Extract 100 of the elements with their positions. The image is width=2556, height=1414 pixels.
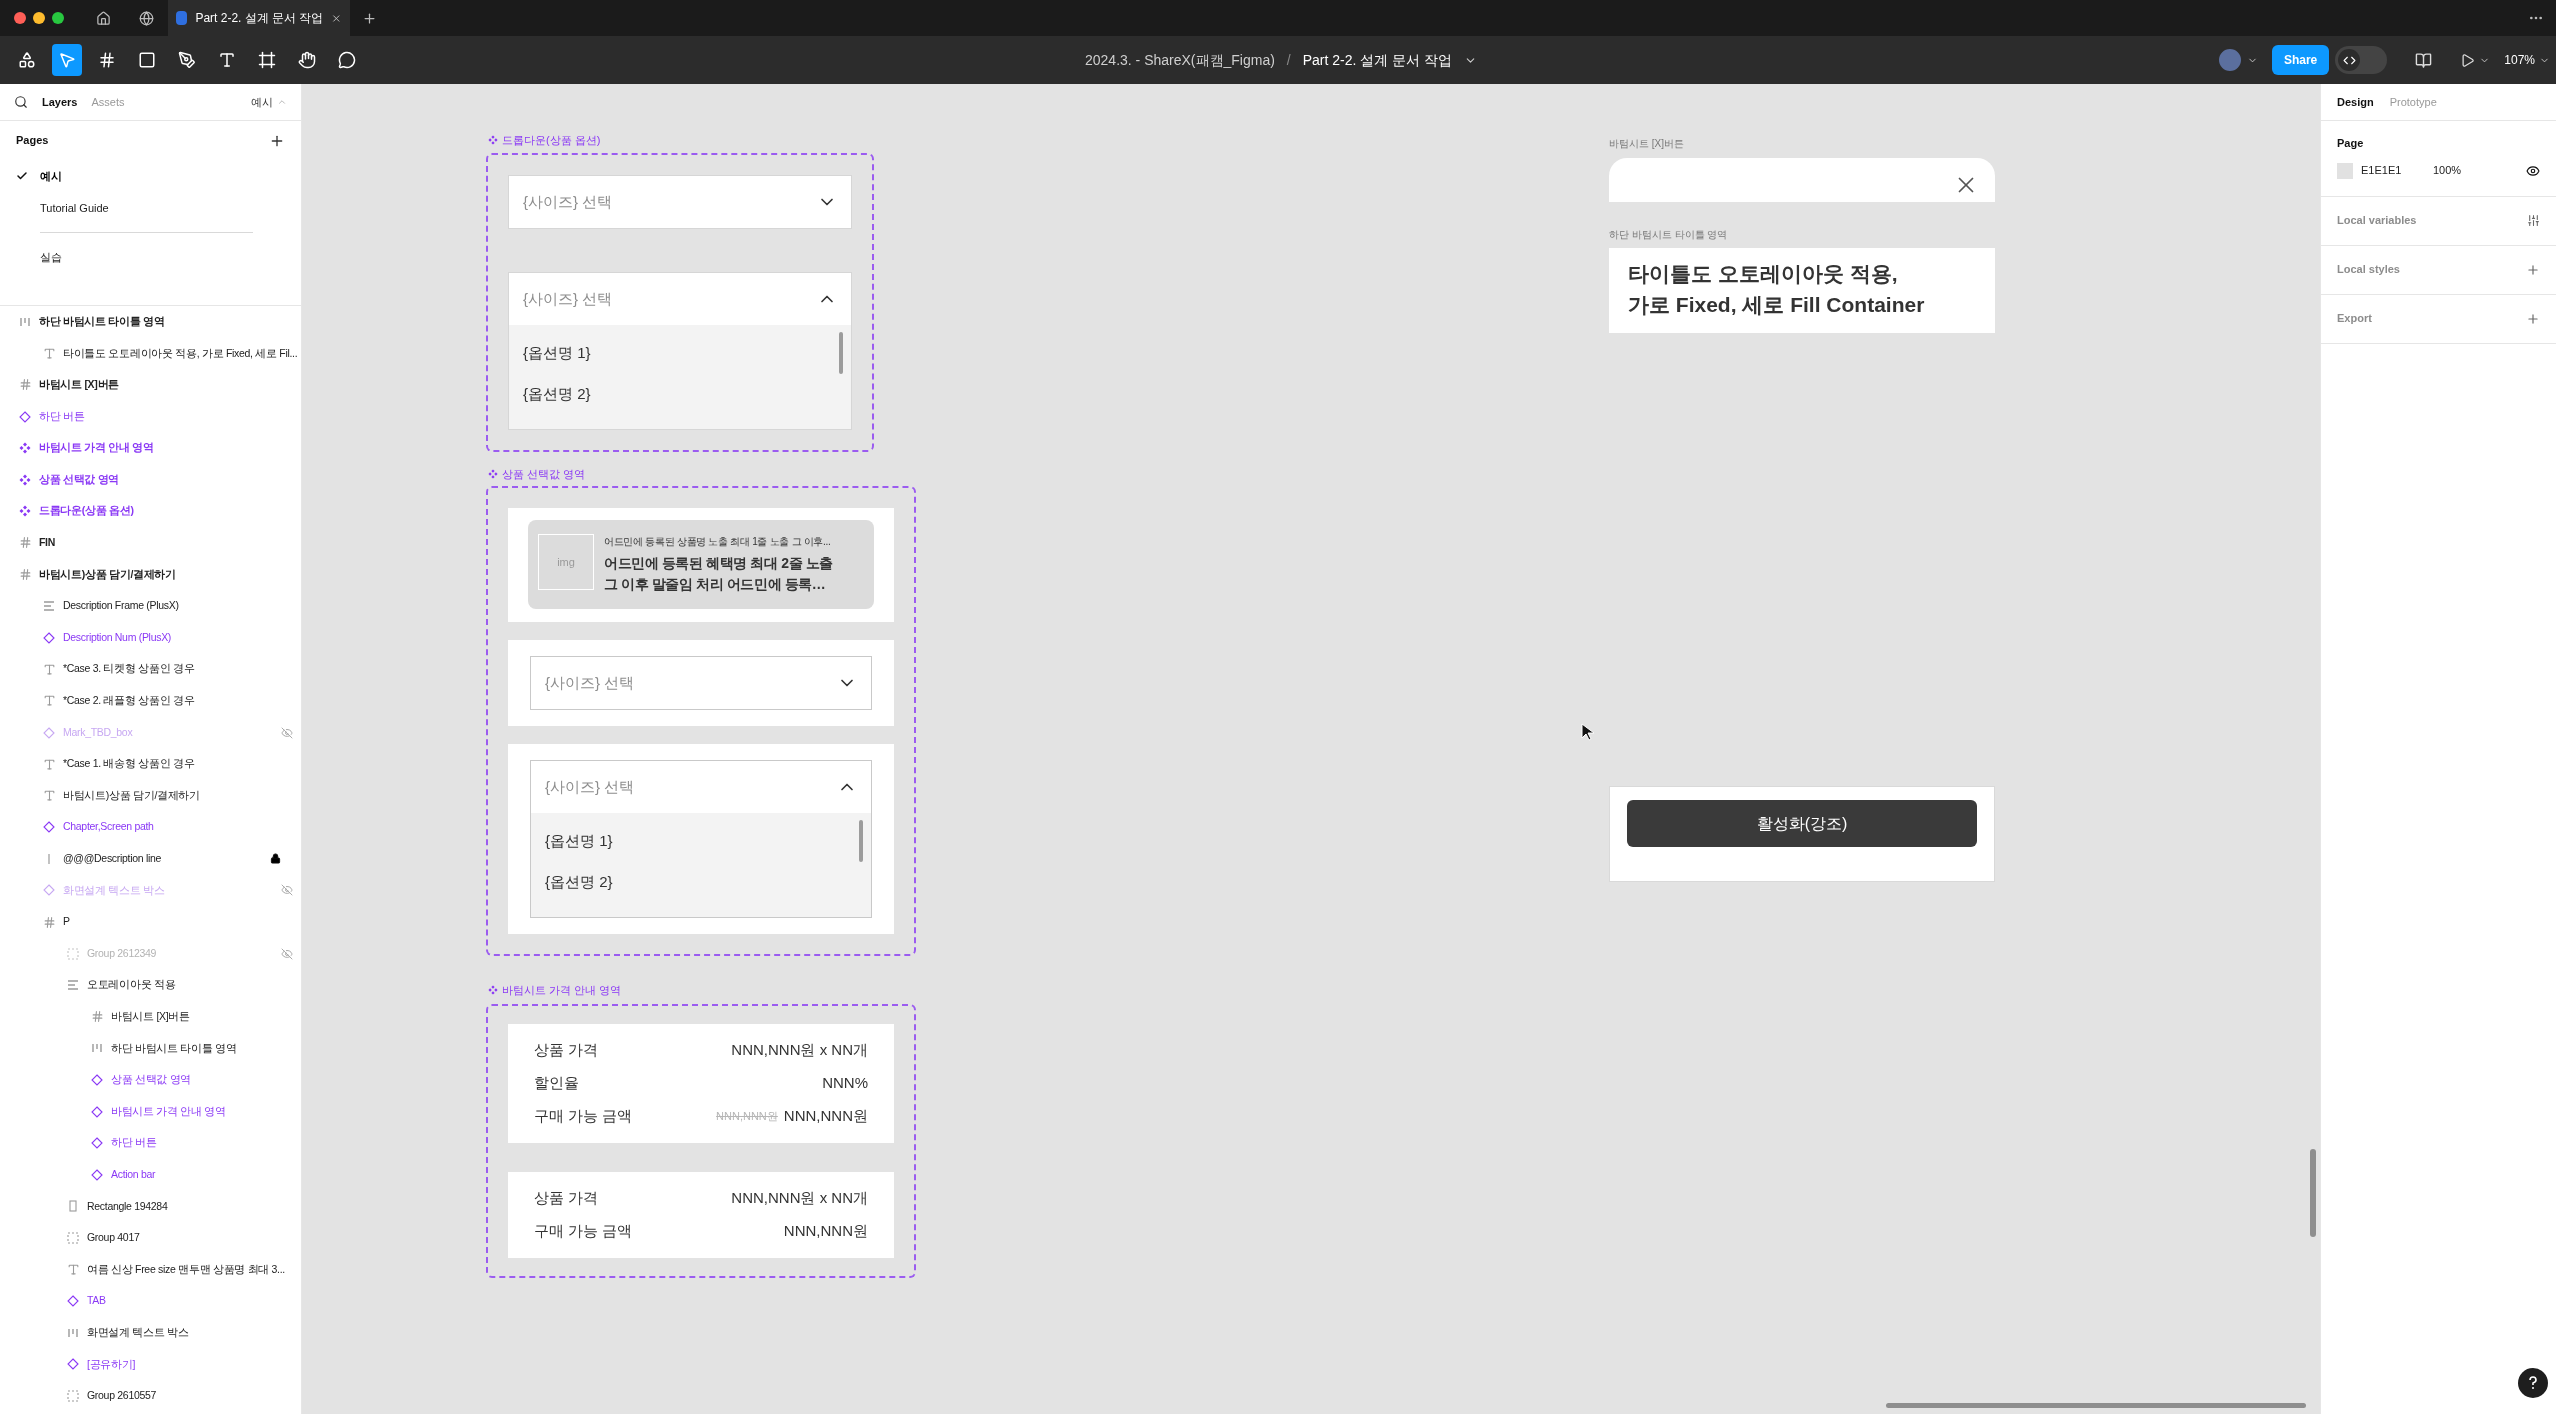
layer-row[interactable]: Rectangle 194284 bbox=[0, 1190, 301, 1223]
page-item[interactable]: 실습 bbox=[0, 241, 301, 273]
frame-icon bbox=[18, 568, 32, 582]
layer-row[interactable]: *Case 2. 래플형 상품인 경우 bbox=[0, 685, 301, 717]
primary-button[interactable]: 활성화(강조) bbox=[1627, 800, 1977, 847]
component-set-icon bbox=[19, 442, 31, 455]
hand-icon[interactable] bbox=[298, 51, 316, 69]
option-item[interactable]: {옵션명 2} bbox=[509, 374, 851, 415]
pointer-icon[interactable] bbox=[58, 51, 76, 69]
page-switcher[interactable]: 예시 bbox=[251, 93, 273, 111]
text-icon[interactable] bbox=[218, 51, 236, 69]
dropdown-label: {사이즈} 선택 bbox=[523, 191, 613, 212]
frame-icon[interactable] bbox=[98, 51, 116, 69]
globe-icon[interactable] bbox=[139, 10, 154, 26]
layer-row[interactable]: 바텀시트)상품 담기/결제하기 bbox=[0, 779, 301, 812]
layer-row[interactable]: Description Num (PlusX) bbox=[0, 621, 301, 654]
layer-name: *Case 3. 티켓형 상품인 경우 bbox=[63, 661, 195, 677]
layer-row[interactable]: 하단 버튼 bbox=[0, 1127, 301, 1160]
lock-icon[interactable] bbox=[270, 853, 281, 865]
comment-icon[interactable] bbox=[338, 51, 356, 69]
layer-row[interactable]: 화면설계 텍스트 박스 bbox=[0, 1317, 301, 1349]
component-label[interactable]: 바텀시트 가격 안내 영역 bbox=[502, 982, 622, 999]
layer-row[interactable]: *Case 3. 티켓형 상품인 경우 bbox=[0, 653, 301, 686]
layer-name: *Case 1. 배송형 상품인 경우 bbox=[63, 756, 195, 772]
layer-row[interactable]: [공유하기] bbox=[0, 1348, 301, 1381]
square-icon[interactable] bbox=[138, 51, 156, 69]
layer-row[interactable]: P bbox=[0, 906, 301, 938]
benefit-text: 어드민에 등록된 혜택명 최대 2줄 노출 그 이후 말줄임 처리 어드민에 등록… bbox=[604, 554, 833, 594]
sheet-title: 타이틀도 오토레이아웃 적용, bbox=[1628, 261, 1899, 287]
dropdown[interactable]: {사이즈} 선택 bbox=[530, 656, 872, 710]
layer-name: FIN bbox=[39, 535, 55, 551]
opacity-value[interactable]: 100% bbox=[2433, 162, 2462, 179]
layer-row[interactable]: 여름 신상 Free size 맨투맨 상품명 최대 3... bbox=[0, 1253, 301, 1286]
dropdown[interactable]: {사이즈} 선택 {옵션명 1} {옵션명 2} bbox=[508, 272, 852, 430]
layer-row[interactable]: 하단 버튼 bbox=[0, 400, 301, 433]
diamond-icon bbox=[91, 1105, 103, 1118]
page-item[interactable]: Tutorial Guide bbox=[0, 192, 301, 224]
layer-row[interactable]: Action bar bbox=[0, 1159, 301, 1191]
dropdown[interactable]: {사이즈} 선택 bbox=[508, 175, 852, 229]
layer-row[interactable]: FIN bbox=[0, 527, 301, 559]
sliders-icon[interactable] bbox=[2527, 214, 2540, 227]
project-name[interactable]: 2024.3. - ShareX(패캠_Figma) bbox=[1085, 49, 1275, 71]
component-frame[interactable]: {사이즈} 선택 {사이즈} 선택 {옵션명 1} {옵션명 2} bbox=[486, 153, 874, 452]
layer-row[interactable]: @@@Description line bbox=[0, 843, 301, 875]
dev-mode-toggle[interactable] bbox=[2335, 46, 2388, 74]
file-name[interactable]: Part 2-2. 설계 문서 작업 bbox=[1302, 49, 1453, 71]
component-label[interactable]: 드롭다운(상품 옵션) bbox=[502, 132, 601, 149]
layer-row[interactable]: 하단 바텀시트 타이틀 영역 bbox=[0, 306, 301, 338]
scrollbar-thumb[interactable] bbox=[859, 820, 863, 862]
layer-row[interactable]: 바텀시트 [X]버튼 bbox=[0, 1001, 301, 1033]
layer-row[interactable]: 드롭다운(상품 옵션) bbox=[0, 495, 301, 528]
horizontal-scrollbar[interactable] bbox=[1886, 1403, 2306, 1408]
layer-row[interactable]: 상품 선택값 영역 bbox=[0, 1064, 301, 1096]
layer-row[interactable]: 상품 선택값 영역 bbox=[0, 463, 301, 496]
layer-row[interactable]: Chapter,Screen path bbox=[0, 811, 301, 844]
option-item[interactable]: {옵션명 1} bbox=[531, 821, 871, 862]
color-swatch[interactable] bbox=[2337, 162, 2353, 179]
dropdown[interactable]: {사이즈} 선택 {옵션명 1} {옵션명 2} bbox=[530, 760, 872, 918]
color-value[interactable]: E1E1E1 bbox=[2361, 162, 2433, 179]
panel-tab[interactable]: Layers bbox=[42, 93, 78, 111]
layer-name: P bbox=[63, 914, 70, 930]
visibility-icon[interactable] bbox=[2526, 163, 2540, 178]
frame-label[interactable]: 하단 바텀시트 타이틀 영역 bbox=[1609, 227, 1728, 242]
diamond-icon bbox=[19, 410, 31, 423]
layer-row[interactable]: Description Frame (PlusX) bbox=[0, 590, 301, 622]
page-item[interactable]: 예시 bbox=[0, 160, 301, 192]
layer-row[interactable]: Group 4017 bbox=[0, 1222, 301, 1254]
layer-row[interactable]: 바텀시트)상품 담기/결제하기 bbox=[0, 558, 301, 591]
frame-label[interactable]: 바텀시트 [X]버튼 bbox=[1609, 136, 1684, 151]
panel-tab[interactable]: Design bbox=[2337, 93, 2374, 111]
new-tab-icon[interactable] bbox=[362, 10, 377, 26]
scrollbar-thumb[interactable] bbox=[839, 332, 843, 374]
component-frame[interactable]: 상품 가격 NNN,NNN원 x NN개 할인율 NNN% 구매 가능 금액 NNN,NNN원 NNN,NNN원 상품 가격 NNN,NNN원 x NN개 구매 가능 금액 NNN,NNN원 bbox=[486, 1004, 916, 1278]
component-frame[interactable]: img 어드민에 등록된 상품명 노출 최대 1줄 노출 그 이후... 어드민에 등록된 혜택명 최대 2줄 노출 그 이후 말줄임 처리 어드민에 등록… {사이즈} 선택 {사이즈} 선택 {옵션명 1} {옵션명 2} bbox=[486, 486, 916, 956]
frame-icon bbox=[90, 1010, 104, 1024]
layer-row[interactable]: 바텀시트 가격 안내 영역 bbox=[0, 432, 301, 464]
option-item[interactable]: {옵션명 1} bbox=[509, 333, 851, 374]
zoom-level[interactable]: 107% bbox=[2504, 51, 2535, 69]
vertical-scrollbar[interactable] bbox=[2310, 1149, 2316, 1237]
layer-row[interactable]: 하단 바텀시트 타이틀 영역 bbox=[0, 1032, 301, 1065]
layer-row[interactable]: 오토레이아웃 적용 bbox=[0, 969, 301, 1002]
dashed-square-icon bbox=[67, 1390, 79, 1402]
pen-icon[interactable] bbox=[178, 51, 196, 69]
layer-row[interactable]: *Case 1. 배송형 상품인 경우 bbox=[0, 748, 301, 780]
layer-name: 오토레이아웃 적용 bbox=[87, 977, 176, 993]
play-icon[interactable] bbox=[2460, 52, 2476, 68]
option-item[interactable]: {옵션명 2} bbox=[531, 862, 871, 903]
layer-name: 바텀시트 [X]버튼 bbox=[39, 377, 119, 393]
layer-row[interactable]: TAB bbox=[0, 1285, 301, 1317]
layer-row[interactable]: Group 2610557 bbox=[0, 1380, 301, 1412]
component-label[interactable]: 상품 선택값 영역 bbox=[502, 466, 586, 483]
home-icon[interactable] bbox=[96, 10, 111, 26]
search-icon[interactable] bbox=[14, 95, 28, 109]
browser-tab[interactable]: Part 2-2. 설계 문서 작업 bbox=[168, 0, 350, 36]
layer-row[interactable]: 바텀시트 가격 안내 영역 bbox=[0, 1095, 301, 1128]
help-button[interactable] bbox=[2518, 1368, 2548, 1398]
diamond-icon bbox=[91, 1168, 103, 1181]
layer-row[interactable]: 타이틀도 오토레이아웃 적용, 가로 Fixed, 세로 Fil... bbox=[0, 337, 301, 370]
book-icon[interactable] bbox=[2415, 51, 2433, 69]
layer-row[interactable]: 바텀시트 [X]버튼 bbox=[0, 369, 301, 401]
